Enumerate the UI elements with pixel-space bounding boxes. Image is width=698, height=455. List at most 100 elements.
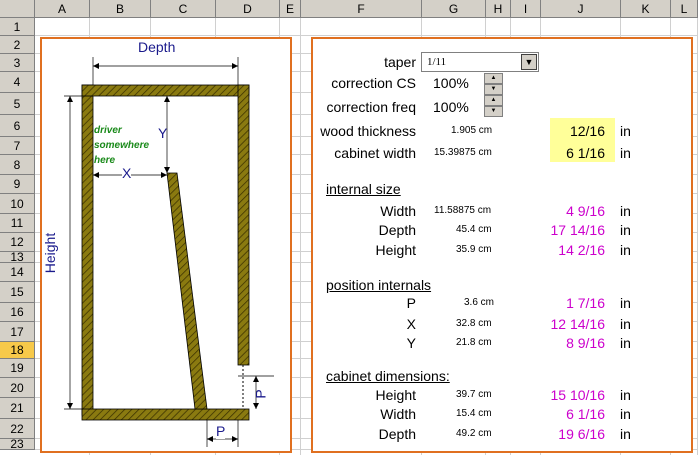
position-x-cm: 32.8 cm [456,318,492,329]
internal-height-label: Height [375,242,416,258]
internal-depth-unit: in [620,222,631,238]
column-header-i[interactable]: I [511,0,541,18]
row-header-16[interactable]: 16 [0,303,35,322]
wood-thickness-label: wood thickness [320,123,416,139]
select-all-corner[interactable] [0,0,35,18]
row-header-11[interactable]: 11 [0,214,35,233]
column-header-d[interactable]: D [216,0,280,18]
position-y-unit: in [620,335,631,351]
position-internals-title: position internals [326,277,432,293]
row-header-13[interactable]: 13 [0,251,35,263]
cabinet-height-unit: in [620,387,631,403]
position-y-frac: 8 9/16 [566,335,605,351]
position-y-label: Y [406,335,416,351]
position-y-cm: 21.8 cm [456,337,492,348]
column-header-b[interactable]: B [90,0,151,18]
spin-up-icon[interactable]: ▲ [484,95,503,106]
driver-note: driver somewhere here [94,123,149,168]
column-header-l[interactable]: L [671,0,698,18]
position-x-unit: in [620,316,631,332]
internal-depth-label: Depth [378,222,416,238]
internal-height-unit: in [620,242,631,258]
row-header-18[interactable]: 18 [0,342,35,359]
cabinet-width-label: cabinet width [334,145,416,161]
chevron-down-icon[interactable]: ▼ [521,54,537,70]
wood-thickness-cm: 1.905 cm [451,125,493,136]
row-header-21[interactable]: 21 [0,398,35,419]
row-header-1[interactable]: 1 [0,18,35,36]
row-header-3[interactable]: 3 [0,54,35,72]
row-header-10[interactable]: 10 [0,194,35,214]
taper-value: 1/11 [427,56,447,68]
internal-width-cm: 11.58875 cm [434,205,492,216]
row-header-17[interactable]: 17 [0,322,35,342]
cabinet-height-label: Height [375,387,416,403]
column-header-f[interactable]: F [301,0,422,18]
depth-label: Depth [138,39,176,55]
internal-depth-frac: 17 14/16 [550,222,606,238]
top-wall [81,84,250,97]
wood-thickness-unit: in [620,123,631,139]
spin-down-icon[interactable]: ▼ [484,106,503,117]
driver-note-line: somewhere [94,140,150,151]
correction-freq-value: 100% [433,99,469,115]
spin-up-icon[interactable]: ▲ [484,73,503,84]
row-header-8[interactable]: 8 [0,155,35,175]
cabinet-width-dim-frac: 6 1/16 [566,406,605,422]
taper-label: taper [384,54,416,70]
internal-size-title: internal size [326,181,401,197]
column-header-a[interactable]: A [35,0,90,18]
cabinet-height-frac: 15 10/16 [550,387,606,403]
row-header-22[interactable]: 22 [0,419,35,439]
row-header-7[interactable]: 7 [0,137,35,155]
column-header-k[interactable]: K [621,0,671,18]
cabinet-width-frac[interactable]: 6 1/16 [566,145,605,161]
row-header-23[interactable]: 23 [0,438,35,450]
column-header-h[interactable]: H [486,0,511,18]
spin-down-icon[interactable]: ▼ [484,84,503,95]
driver-note-line: here [94,155,116,166]
cabinet-width-cm: 15.39875 cm [434,147,492,158]
correction-freq-spinner[interactable]: ▲ ▼ [484,95,503,117]
row-header-2[interactable]: 2 [0,36,35,54]
row-header-6[interactable]: 6 [0,115,35,137]
row-header-9[interactable]: 9 [0,175,35,194]
column-header-e[interactable]: E [280,0,301,18]
row-header-20[interactable]: 20 [0,378,35,398]
gridline-horizontal [35,35,698,36]
position-p-label: P [406,295,416,311]
driver-note-line: driver [94,125,122,136]
gridline-vertical [300,18,301,455]
y-label: Y [158,125,168,141]
cabinet-depth-label: Depth [378,426,416,442]
p-label-vertical: P [252,389,269,399]
row-header-4[interactable]: 4 [0,72,35,93]
column-header-c[interactable]: C [151,0,216,18]
correction-cs-label: correction CS [331,75,416,91]
internal-height-cm: 35.9 cm [456,244,492,255]
cabinet-dimensions-title: cabinet dimensions: [326,368,450,384]
cabinet-width-unit: in [620,145,631,161]
correction-cs-spinner[interactable]: ▲ ▼ [484,73,503,95]
wood-thickness-frac[interactable]: 12/16 [570,123,605,139]
internal-depth-cm: 45.4 cm [456,224,492,235]
row-header-5[interactable]: 5 [0,93,35,115]
taper-dropdown[interactable]: 1/11 ▼ [421,52,539,72]
correction-freq-label: correction freq [326,99,416,115]
column-header-g[interactable]: G [422,0,486,18]
cabinet-depth-frac: 19 6/16 [558,426,605,442]
cabinet-width-dim-unit: in [620,406,631,422]
internal-width-unit: in [620,203,631,219]
position-p-unit: in [620,295,631,311]
spreadsheet[interactable]: ABCDEFGHIJKL 1 2 3 4 5 6 7 8 9 10 11 12 13 14 15 16 17 18… [0,0,698,455]
cabinet-width-dim-label: Width [380,406,416,422]
cabinet-depth-unit: in [620,426,631,442]
row-header-14[interactable]: 14 [0,263,35,282]
left-wall [81,84,94,416]
cabinet-width-dim-cm: 15.4 cm [456,408,492,419]
row-header-15[interactable]: 15 [0,282,35,303]
taper-panel [166,172,208,410]
column-header-j[interactable]: J [541,0,621,18]
internal-width-label: Width [380,203,416,219]
row-header-19[interactable]: 19 [0,359,35,378]
